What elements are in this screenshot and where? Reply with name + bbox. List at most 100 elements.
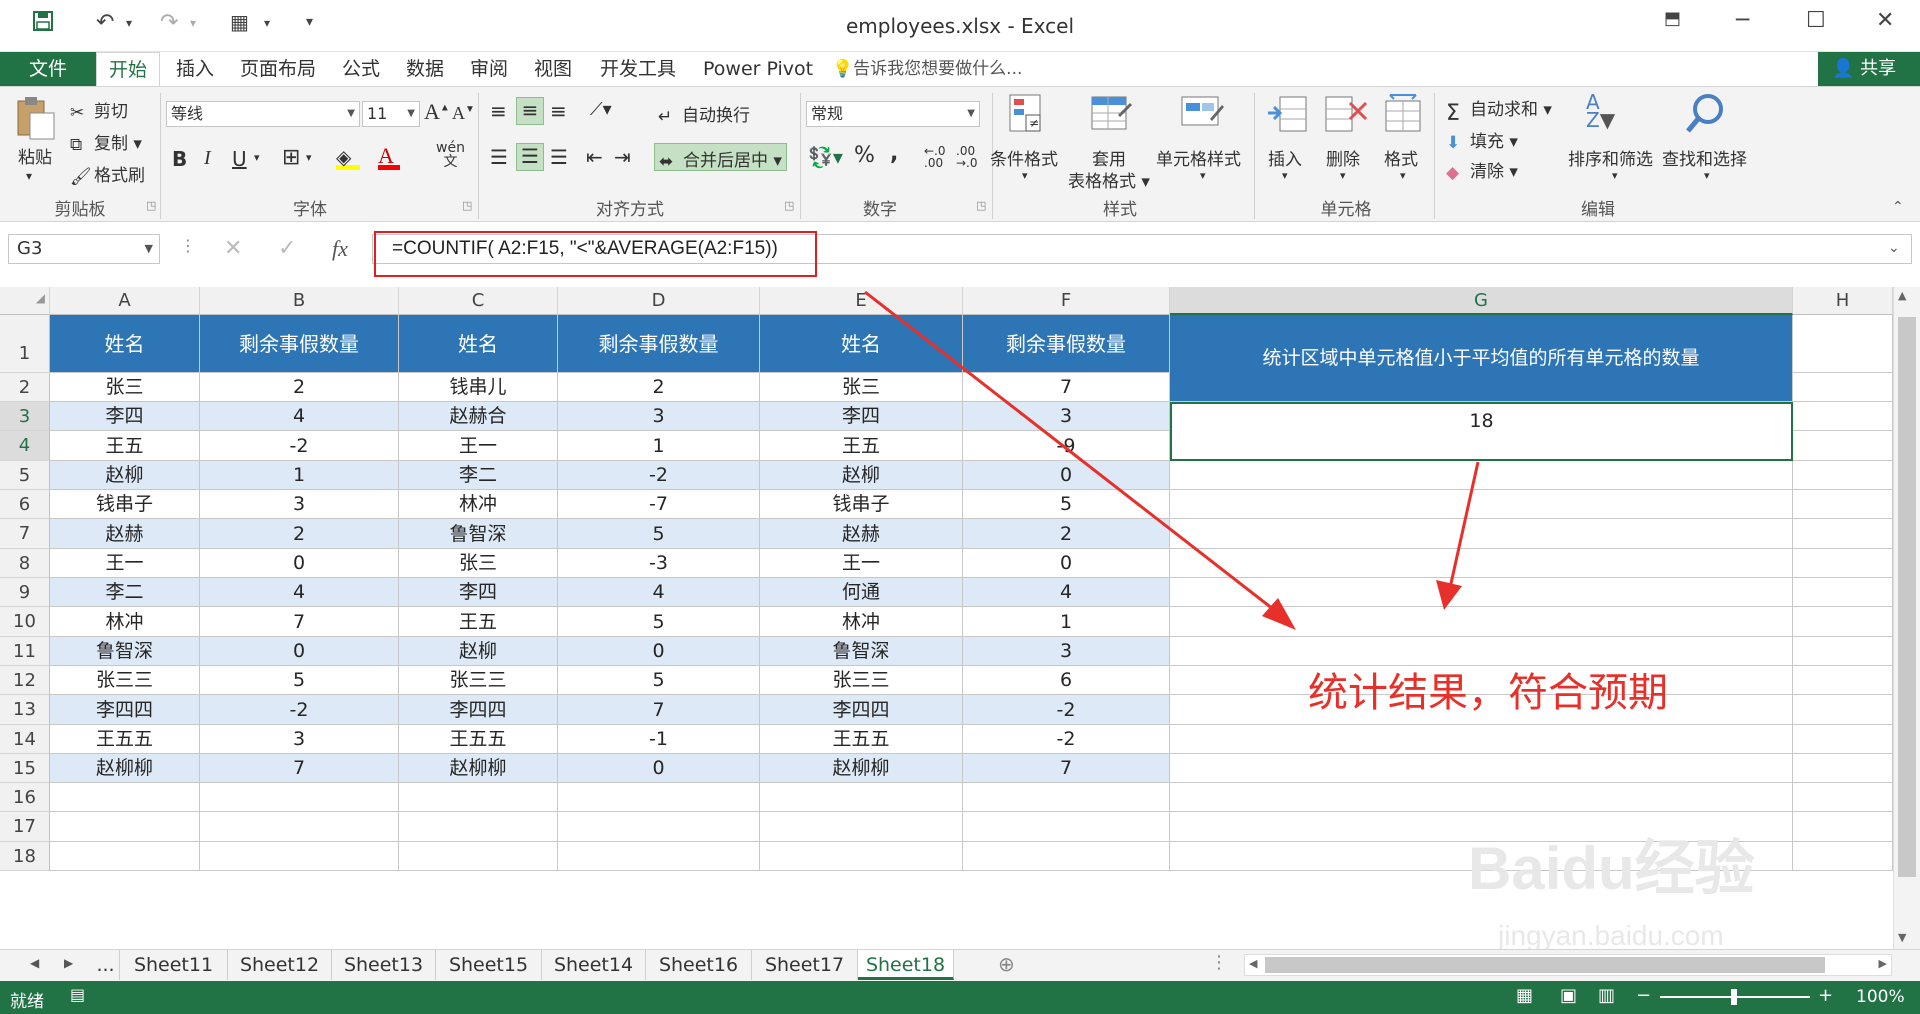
g-header-cell[interactable]: 统计区域中单元格值小于平均值的所有单元格的数量 — [1170, 315, 1793, 402]
empty-cell[interactable] — [200, 812, 399, 842]
table-cell[interactable]: 5 — [200, 666, 399, 695]
phonetic-icon[interactable]: wén 文 — [436, 141, 465, 169]
middle-align-icon[interactable]: ≡ — [516, 97, 544, 125]
align-right-icon[interactable]: ☰ — [550, 145, 568, 169]
row-header-9[interactable]: 9 — [0, 578, 50, 607]
empty-cell[interactable] — [1793, 812, 1893, 842]
table-cell[interactable]: 林冲 — [399, 490, 558, 519]
table-header-cell[interactable]: 姓名 — [760, 315, 963, 373]
g3-result-cell[interactable]: 18 — [1170, 402, 1793, 461]
table-cell[interactable]: 4 — [200, 578, 399, 607]
empty-cell[interactable] — [1793, 519, 1893, 549]
tab-formulas[interactable]: 公式 — [342, 52, 380, 86]
col-header-c[interactable]: C — [399, 287, 558, 315]
empty-cell[interactable] — [1793, 549, 1893, 578]
tab-data[interactable]: 数据 — [406, 52, 444, 86]
align-center-icon[interactable]: ☰ — [516, 143, 544, 171]
empty-cell[interactable] — [50, 842, 200, 871]
sheet-tab-sheet11[interactable]: Sheet11 — [120, 950, 228, 980]
paste-dropdown-icon[interactable]: ▾ — [26, 169, 32, 183]
more-sheets-button[interactable]: ... — [92, 950, 120, 980]
sheet-tab-sheet17[interactable]: Sheet17 — [752, 950, 858, 980]
empty-cell[interactable] — [760, 812, 963, 842]
table-header-cell[interactable]: 剩余事假数量 — [558, 315, 760, 373]
table-cell[interactable]: 李四 — [760, 402, 963, 431]
conditional-format-icon[interactable]: ≠ — [1006, 93, 1048, 140]
table-cell[interactable]: 何通 — [760, 578, 963, 607]
table-cell[interactable]: 张三 — [399, 549, 558, 578]
table-cell[interactable]: 赵柳柳 — [50, 754, 200, 783]
sheet-tab-sheet13[interactable]: Sheet13 — [332, 950, 436, 980]
table-cell[interactable]: 7 — [963, 373, 1170, 402]
cancel-entry-icon[interactable]: ✕ — [224, 236, 242, 261]
sheet-tab-sheet14[interactable]: Sheet14 — [542, 950, 646, 980]
empty-cell[interactable] — [1793, 373, 1893, 402]
scroll-down-icon[interactable]: ▼ — [1898, 931, 1906, 944]
table-cell[interactable]: 赵柳柳 — [760, 754, 963, 783]
col-header-f[interactable]: F — [963, 287, 1170, 315]
page-layout-view-icon[interactable]: ▣ — [1560, 985, 1577, 1006]
ribbon-display-icon[interactable]: ⬒ — [1664, 8, 1681, 29]
table-cell[interactable]: 李四 — [50, 402, 200, 431]
table-cell[interactable]: 张三 — [50, 373, 200, 402]
table-cell[interactable]: 张三三 — [760, 666, 963, 695]
table-cell[interactable]: 5 — [558, 519, 760, 549]
row-header-13[interactable]: 13 — [0, 695, 50, 725]
copy-button[interactable]: ⧉ 复制 ▾ — [70, 129, 142, 155]
table-cell[interactable]: 1 — [963, 607, 1170, 637]
col-header-h[interactable]: H — [1793, 287, 1893, 315]
table-cell[interactable]: 0 — [200, 549, 399, 578]
row-header-7[interactable]: 7 — [0, 519, 50, 549]
table-cell[interactable]: 王五五 — [399, 725, 558, 754]
col-header-a[interactable]: A — [50, 287, 200, 315]
table-cell[interactable]: 李四 — [399, 578, 558, 607]
table-cell[interactable]: -3 — [558, 549, 760, 578]
table-cell[interactable]: 0 — [558, 637, 760, 666]
empty-cell[interactable] — [1170, 754, 1793, 783]
empty-cell[interactable] — [1793, 607, 1893, 637]
table-cell[interactable]: 林冲 — [760, 607, 963, 637]
table-cell[interactable]: 0 — [963, 461, 1170, 490]
table-cell[interactable]: 4 — [200, 402, 399, 431]
minimize-icon[interactable]: ─ — [1736, 8, 1749, 33]
table-cell[interactable]: 林冲 — [50, 607, 200, 637]
decrease-font-icon[interactable]: A▼ — [452, 103, 475, 124]
row-header-14[interactable]: 14 — [0, 725, 50, 754]
font-name-combo[interactable]: 等线 ▼ — [166, 101, 360, 127]
find-select-icon[interactable] — [1684, 91, 1728, 142]
table-cell[interactable]: 王一 — [399, 431, 558, 461]
col-header-e[interactable]: E — [760, 287, 963, 315]
empty-cell[interactable] — [760, 783, 963, 812]
table-cell[interactable]: 王一 — [760, 549, 963, 578]
table-cell[interactable]: 3 — [558, 402, 760, 431]
table-cell[interactable]: 李二 — [399, 461, 558, 490]
cut-button[interactable]: ✂ 剪切 — [70, 97, 128, 123]
empty-cell[interactable] — [399, 812, 558, 842]
table-cell[interactable]: 李四四 — [760, 695, 963, 725]
table-cell[interactable]: 7 — [200, 607, 399, 637]
empty-cell[interactable] — [1170, 578, 1793, 607]
row-header-11[interactable]: 11 — [0, 637, 50, 666]
empty-cell[interactable] — [50, 783, 200, 812]
empty-cell[interactable] — [1170, 490, 1793, 519]
orientation-icon[interactable]: ⟋▾ — [590, 99, 612, 120]
table-cell[interactable]: 5 — [558, 666, 760, 695]
empty-cell[interactable] — [1793, 315, 1893, 373]
empty-cell[interactable] — [200, 842, 399, 871]
table-cell[interactable]: 鲁智深 — [760, 637, 963, 666]
name-box[interactable]: G3 ▼ — [8, 234, 160, 264]
table-cell[interactable]: 赵赫 — [50, 519, 200, 549]
cell-styles-icon[interactable] — [1180, 93, 1226, 140]
horizontal-scrollbar[interactable]: ◀ ▶ — [1244, 954, 1892, 976]
cell-styles-dropdown-icon[interactable]: ▾ — [1200, 169, 1206, 182]
row-header-3[interactable]: 3 — [0, 402, 50, 431]
col-header-g[interactable]: G — [1170, 287, 1793, 315]
zoom-in-icon[interactable]: + — [1818, 985, 1833, 1006]
decrease-indent-icon[interactable]: ⇤ — [586, 145, 603, 169]
next-sheet-icon[interactable]: ▶ — [64, 956, 73, 970]
table-cell[interactable]: -1 — [558, 725, 760, 754]
tab-home[interactable]: 开始 — [96, 52, 161, 86]
tab-power-pivot[interactable]: Power Pivot — [703, 52, 813, 86]
table-cell[interactable]: 王五五 — [50, 725, 200, 754]
table-cell[interactable]: 赵柳 — [399, 637, 558, 666]
